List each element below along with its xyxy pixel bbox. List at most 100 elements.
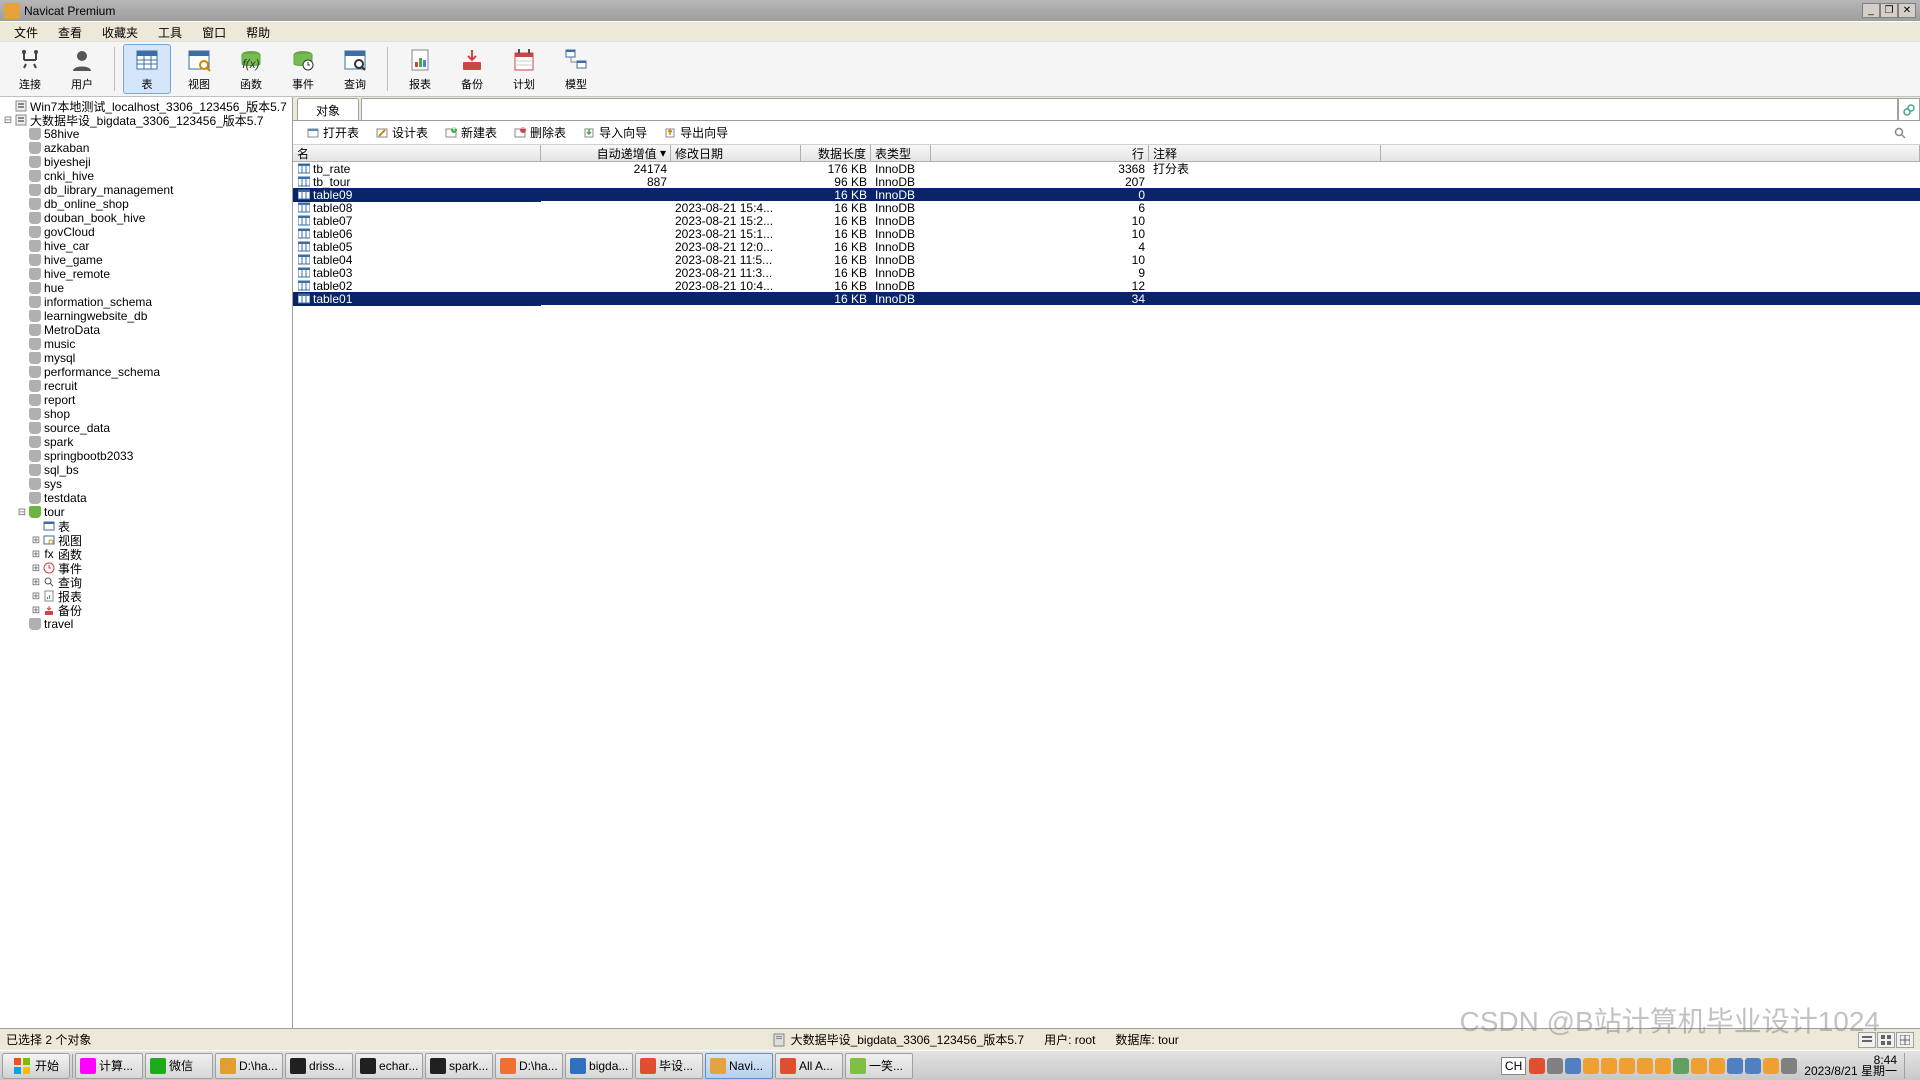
tab-objects[interactable]: 对象 (297, 98, 359, 120)
tray-icon[interactable] (1529, 1058, 1545, 1074)
taskbar-task[interactable]: 微信 (145, 1053, 213, 1079)
expand-icon[interactable]: ⊞ (30, 535, 42, 546)
new-table-button[interactable]: +新建表 (437, 121, 504, 144)
open-table-button[interactable]: 打开表 (299, 121, 366, 144)
restore-button[interactable]: ❐ (1880, 3, 1898, 18)
menu-窗口[interactable]: 窗口 (192, 22, 236, 41)
table-row[interactable]: table082023-08-21 15:4...16 KBInnoDB6 (293, 201, 1920, 214)
tree-database-db_online_shop[interactable]: db_online_shop (0, 197, 292, 211)
taskbar-task[interactable]: 计算... (75, 1053, 143, 1079)
export-wizard-button[interactable]: 导出向导 (656, 121, 735, 144)
design-table-button[interactable]: 设计表 (368, 121, 435, 144)
connection-tree[interactable]: Win7本地测试_localhost_3306_123456_版本5.7⊟大数据… (0, 97, 293, 1028)
tree-database-learningwebsite_db[interactable]: learningwebsite_db (0, 309, 292, 323)
tree-database-information_schema[interactable]: information_schema (0, 295, 292, 309)
table-row[interactable]: tb_tour88796 KBInnoDB207 (293, 175, 1920, 188)
tree-database-hue[interactable]: hue (0, 281, 292, 295)
menu-帮助[interactable]: 帮助 (236, 22, 280, 41)
search-button[interactable] (1886, 123, 1914, 143)
expand-icon[interactable]: ⊟ (16, 507, 28, 518)
col-type[interactable]: 表类型 (871, 145, 931, 161)
table-list-grid[interactable]: 名 自动递增值 ▾ 修改日期 数据长度 表类型 行 注释 tb_rate2417… (293, 145, 1920, 1028)
table-row[interactable]: table0116 KBInnoDB34 (293, 292, 1920, 305)
tray-icon[interactable] (1691, 1058, 1707, 1074)
tree-database-hive_car[interactable]: hive_car (0, 239, 292, 253)
tab-new-button[interactable] (1898, 98, 1920, 120)
toolbar-backup-button[interactable]: 备份 (448, 44, 496, 94)
tree-database-azkaban[interactable]: azkaban (0, 141, 292, 155)
tray-icon[interactable] (1619, 1058, 1635, 1074)
show-desktop-button[interactable] (1904, 1053, 1914, 1079)
taskbar-task[interactable]: Navi... (705, 1053, 773, 1079)
tree-database-hive_game[interactable]: hive_game (0, 253, 292, 267)
expand-icon[interactable]: ⊞ (30, 549, 42, 560)
tray-icon[interactable] (1727, 1058, 1743, 1074)
toolbar-event-button[interactable]: 事件 (279, 44, 327, 94)
col-modified[interactable]: 修改日期 (671, 145, 801, 161)
system-tray[interactable]: CH 8:442023/8/21 星期一 (1497, 1053, 1918, 1079)
tray-icon[interactable] (1655, 1058, 1671, 1074)
view-grid-button[interactable] (1896, 1032, 1914, 1048)
tree-database-govCloud[interactable]: govCloud (0, 225, 292, 239)
expand-icon[interactable]: ⊞ (30, 563, 42, 574)
tree-database-MetroData[interactable]: MetroData (0, 323, 292, 337)
tree-folder-表[interactable]: 表 (0, 519, 292, 533)
ime-indicator[interactable]: CH (1501, 1057, 1526, 1075)
menu-文件[interactable]: 文件 (4, 22, 48, 41)
table-row[interactable]: table072023-08-21 15:2...16 KBInnoDB10 (293, 214, 1920, 227)
delete-table-button[interactable]: −删除表 (506, 121, 573, 144)
expand-icon[interactable]: ⊞ (30, 577, 42, 588)
table-row[interactable]: table042023-08-21 11:5...16 KBInnoDB10 (293, 253, 1920, 266)
tree-database-source_data[interactable]: source_data (0, 421, 292, 435)
taskbar-task[interactable]: echar... (355, 1053, 423, 1079)
col-rows[interactable]: 行 (931, 145, 1149, 161)
taskbar-task[interactable]: spark... (425, 1053, 493, 1079)
view-list-button[interactable] (1858, 1032, 1876, 1048)
menu-工具[interactable]: 工具 (148, 22, 192, 41)
taskbar-clock[interactable]: 8:442023/8/21 星期一 (1800, 1055, 1901, 1077)
expand-icon[interactable]: ⊞ (30, 591, 42, 602)
tree-database-tour[interactable]: ⊟tour (0, 505, 292, 519)
tree-database-shop[interactable]: shop (0, 407, 292, 421)
toolbar-report-button[interactable]: 报表 (396, 44, 444, 94)
tree-connection[interactable]: ⊟大数据毕设_bigdata_3306_123456_版本5.7 (0, 113, 292, 127)
tree-database-report[interactable]: report (0, 393, 292, 407)
taskbar-task[interactable]: All A... (775, 1053, 843, 1079)
tree-folder-函数[interactable]: ⊞fx函数 (0, 547, 292, 561)
toolbar-schedule-button[interactable]: 计划 (500, 44, 548, 94)
tray-icon[interactable] (1781, 1058, 1797, 1074)
tree-folder-视图[interactable]: ⊞视图 (0, 533, 292, 547)
tray-icon[interactable] (1709, 1058, 1725, 1074)
tree-database-douban_book_hive[interactable]: douban_book_hive (0, 211, 292, 225)
menu-收藏夹[interactable]: 收藏夹 (92, 22, 148, 41)
minimize-button[interactable]: _ (1862, 3, 1880, 18)
start-button[interactable]: 开始 (2, 1053, 70, 1079)
col-name[interactable]: 名 (293, 145, 541, 161)
taskbar-task[interactable]: bigda... (565, 1053, 633, 1079)
tray-icon[interactable] (1601, 1058, 1617, 1074)
table-row[interactable]: table062023-08-21 15:1...16 KBInnoDB10 (293, 227, 1920, 240)
tree-database-travel[interactable]: travel (0, 617, 292, 631)
view-detail-button[interactable] (1877, 1032, 1895, 1048)
expand-icon[interactable]: ⊞ (30, 605, 42, 616)
tray-icon[interactable] (1637, 1058, 1653, 1074)
expand-icon[interactable]: ⊟ (2, 115, 14, 126)
tree-database-sys[interactable]: sys (0, 477, 292, 491)
tree-database-cnki_hive[interactable]: cnki_hive (0, 169, 292, 183)
col-length[interactable]: 数据长度 (801, 145, 871, 161)
taskbar-task[interactable]: driss... (285, 1053, 353, 1079)
tray-icon[interactable] (1583, 1058, 1599, 1074)
tree-database-testdata[interactable]: testdata (0, 491, 292, 505)
col-comment[interactable]: 注释 (1149, 145, 1381, 161)
table-row[interactable]: table022023-08-21 10:4...16 KBInnoDB12 (293, 279, 1920, 292)
tree-folder-事件[interactable]: ⊞事件 (0, 561, 292, 575)
toolbar-query-button[interactable]: 查询 (331, 44, 379, 94)
tree-folder-查询[interactable]: ⊞查询 (0, 575, 292, 589)
tree-database-biyesheji[interactable]: biyesheji (0, 155, 292, 169)
tree-folder-备份[interactable]: ⊞备份 (0, 603, 292, 617)
import-wizard-button[interactable]: 导入向导 (575, 121, 654, 144)
tree-database-db_library_management[interactable]: db_library_management (0, 183, 292, 197)
table-row[interactable]: table052023-08-21 12:0...16 KBInnoDB4 (293, 240, 1920, 253)
toolbar-model-button[interactable]: 模型 (552, 44, 600, 94)
tray-icon[interactable] (1745, 1058, 1761, 1074)
